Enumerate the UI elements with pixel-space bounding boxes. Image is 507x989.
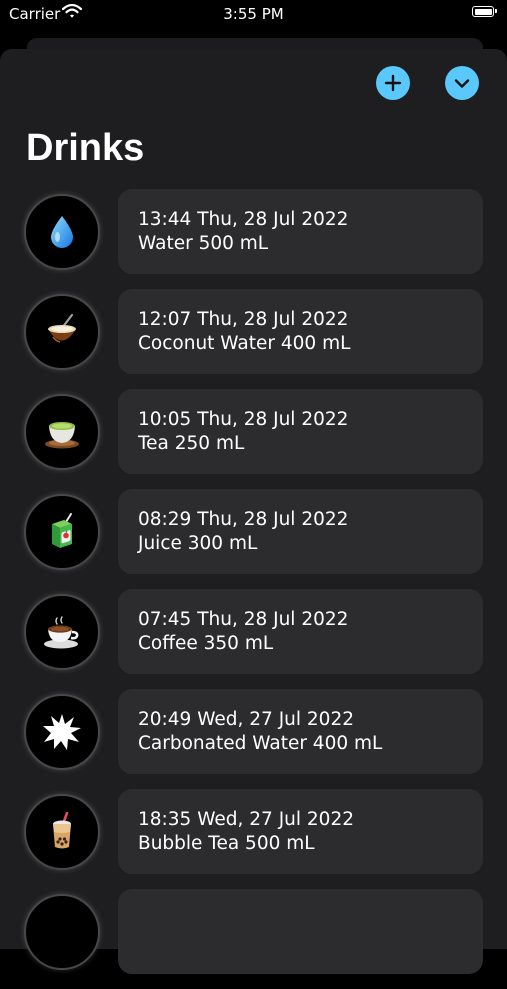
drink-entry-card[interactable]: 12:07 Thu, 28 Jul 2022 Coconut Water 400… [118, 289, 483, 374]
drink-avatar [24, 594, 100, 670]
entry-datetime: 12:07 Thu, 28 Jul 2022 [138, 309, 349, 330]
drink-entry-card[interactable] [118, 889, 483, 974]
drink-entry-card[interactable]: 10:05 Thu, 28 Jul 2022 Tea 250 mL [118, 389, 483, 474]
chevron-down-icon [454, 79, 470, 88]
clock-time: 3:55 PM [223, 5, 284, 23]
list-item [0, 889, 507, 989]
juice-box-icon [52, 513, 72, 548]
battery-icon [472, 6, 497, 17]
drink-entry-card[interactable]: 13:44 Thu, 28 Jul 2022 Water 500 mL [118, 189, 483, 274]
drink-avatar [24, 694, 100, 770]
drinks-list: 13:44 Thu, 28 Jul 2022 Water 500 mL 12:0… [0, 189, 507, 989]
entry-summary: Carbonated Water 400 mL [138, 733, 383, 754]
entry-summary: Coffee 350 mL [138, 633, 274, 654]
water-drop-icon [51, 216, 73, 248]
drinks-sheet: Drinks 13:44 Thu, 28 Jul 2022 Water 500 … [0, 49, 507, 974]
list-item: 07:45 Thu, 28 Jul 2022 Coffee 350 mL [0, 589, 507, 689]
drink-avatar [24, 194, 100, 270]
list-item: 20:49 Wed, 27 Jul 2022 Carbonated Water … [0, 689, 507, 789]
bubble-tea-icon [53, 812, 71, 849]
drink-avatar [24, 794, 100, 870]
entry-datetime: 07:45 Thu, 28 Jul 2022 [138, 609, 349, 630]
entry-datetime: 10:05 Thu, 28 Jul 2022 [138, 409, 349, 430]
list-item: 10:05 Thu, 28 Jul 2022 Tea 250 mL [0, 389, 507, 489]
drink-entry-card[interactable]: 20:49 Wed, 27 Jul 2022 Carbonated Water … [118, 689, 483, 774]
plus-icon [384, 74, 402, 92]
add-drink-button[interactable] [376, 66, 410, 100]
burst-icon [43, 714, 81, 750]
entry-summary: Tea 250 mL [138, 433, 245, 454]
drink-avatar [24, 894, 100, 970]
tea-cup-icon [45, 422, 79, 449]
coffee-cup-icon [44, 616, 79, 649]
entry-datetime: 13:44 Thu, 28 Jul 2022 [138, 209, 349, 230]
entry-summary: Juice 300 mL [138, 533, 258, 554]
drink-avatar [24, 494, 100, 570]
coconut-icon [48, 313, 76, 343]
entry-summary: Coconut Water 400 mL [138, 333, 351, 354]
list-item: 13:44 Thu, 28 Jul 2022 Water 500 mL [0, 189, 507, 289]
entry-datetime: 20:49 Wed, 27 Jul 2022 [138, 709, 354, 730]
drink-entry-card[interactable]: 18:35 Wed, 27 Jul 2022 Bubble Tea 500 mL [118, 789, 483, 874]
collapse-button[interactable] [445, 66, 479, 100]
entry-summary: Bubble Tea 500 mL [138, 833, 315, 854]
list-item: 08:29 Thu, 28 Jul 2022 Juice 300 mL [0, 489, 507, 589]
list-item: 12:07 Thu, 28 Jul 2022 Coconut Water 400… [0, 289, 507, 389]
status-bar: Carrier 3:55 PM [0, 0, 507, 30]
entry-datetime: 18:35 Wed, 27 Jul 2022 [138, 809, 354, 830]
drink-avatar [24, 394, 100, 470]
entry-datetime: 08:29 Thu, 28 Jul 2022 [138, 509, 349, 530]
page-title: Drinks [26, 127, 145, 169]
drink-entry-card[interactable]: 07:45 Thu, 28 Jul 2022 Coffee 350 mL [118, 589, 483, 674]
list-item: 18:35 Wed, 27 Jul 2022 Bubble Tea 500 mL [0, 789, 507, 889]
drink-entry-card[interactable]: 08:29 Thu, 28 Jul 2022 Juice 300 mL [118, 489, 483, 574]
drink-avatar [24, 294, 100, 370]
entry-summary: Water 500 mL [138, 233, 269, 254]
